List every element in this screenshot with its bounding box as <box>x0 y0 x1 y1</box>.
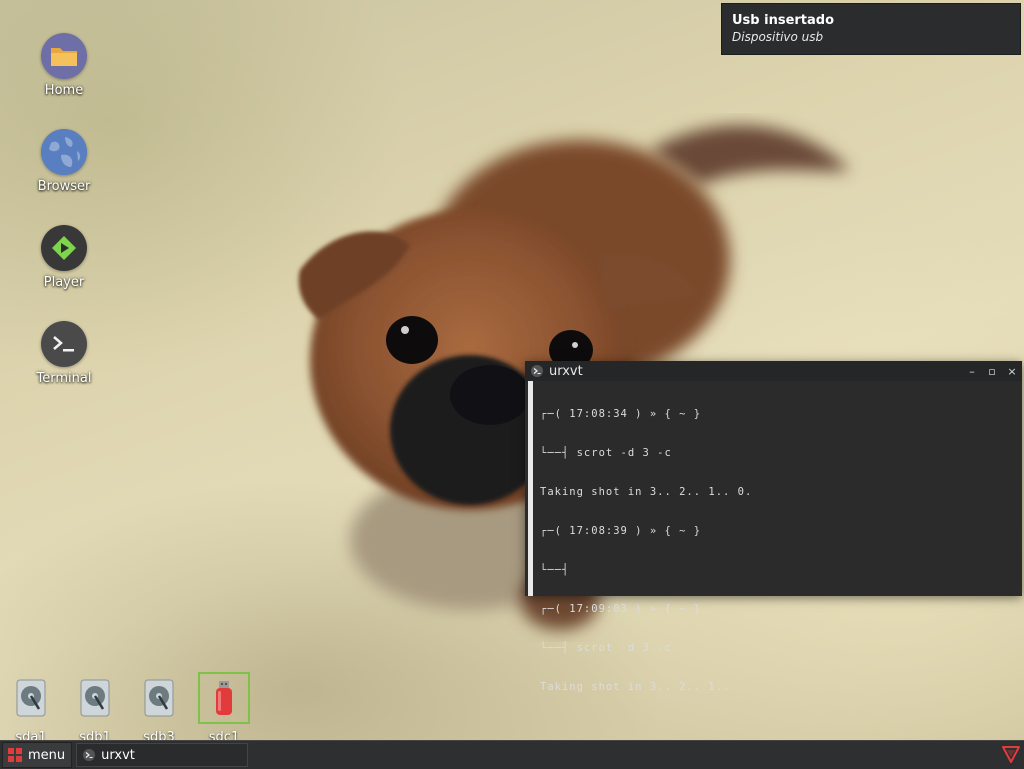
terminal-line: ┌─( 17:08:34 ) » { ~ } <box>540 408 702 420</box>
hard-disk-icon <box>144 679 174 717</box>
notification-title: Usb insertado <box>732 13 835 28</box>
globe-icon <box>41 129 87 175</box>
desktop-icon-label: Terminal <box>36 371 92 386</box>
window-title: urxvt <box>549 363 583 379</box>
warning-triangle-icon[interactable] <box>1001 744 1021 764</box>
maximize-button[interactable]: ▫ <box>982 361 1002 381</box>
hard-disk-icon <box>80 679 110 717</box>
minimize-button[interactable]: – <box>962 361 982 381</box>
desktop-icon-player[interactable]: Player <box>24 225 104 290</box>
desktop-icon-label: Home <box>44 83 84 98</box>
taskbar: menu urxvt <box>0 740 1024 769</box>
terminal-line: Taking shot in 3.. 2.. 1.. 0. <box>540 486 753 498</box>
menu-button[interactable]: menu <box>2 742 73 768</box>
desktop-icon-browser[interactable]: Browser <box>24 129 104 194</box>
hard-disk-icon <box>16 679 46 717</box>
task-button-urxvt[interactable]: urxvt <box>76 743 249 767</box>
selection-outline <box>198 672 250 724</box>
menu-label: menu <box>28 747 66 763</box>
desktop-icon-home[interactable]: Home <box>24 33 104 98</box>
usb-drive-icon <box>216 681 232 715</box>
menu-grid-icon <box>8 748 22 762</box>
task-label: urxvt <box>101 747 135 763</box>
terminal-icon <box>41 321 87 367</box>
close-button[interactable]: × <box>1002 361 1022 381</box>
usb-notification[interactable]: Usb insertado Dispositivo usb <box>721 3 1021 55</box>
drive-icon-sdc1[interactable]: sdc1 <box>196 672 252 745</box>
notification-body: Dispositivo usb <box>732 30 824 44</box>
terminal-titlebar[interactable]: urxvt – ▫ × <box>525 361 1022 381</box>
desktop-icon-label: Browser <box>37 179 91 194</box>
terminal-icon <box>83 749 96 761</box>
drive-icon-sda1[interactable]: sda1 <box>3 674 59 745</box>
terminal-icon <box>531 365 543 377</box>
terminal-line: ┌─( 17:08:39 ) » { ~ } <box>540 525 702 537</box>
terminal-line: └──┤ <box>540 564 570 576</box>
terminal-line: └──┤ scrot -d 3 -c <box>540 447 672 459</box>
terminal-line: Taking shot in 3.. 2.. 1.. <box>540 681 731 693</box>
terminal-line: └──┤ scrot -d 3 -c <box>540 642 672 654</box>
desktop-icon-terminal[interactable]: Terminal <box>24 321 104 386</box>
drive-icon-sdb3[interactable]: sdb3 <box>131 674 187 745</box>
terminal-output[interactable]: ┌─( 17:08:34 ) » { ~ } └──┤ scrot -d 3 -… <box>528 381 1022 693</box>
terminal-window[interactable]: urxvt – ▫ × ┌─( 17:08:34 ) » { ~ } └──┤ … <box>525 361 1022 693</box>
play-icon <box>41 225 87 271</box>
folder-icon <box>41 33 87 79</box>
terminal-line: ┌─( 17:09:03 ) » { ~ } <box>540 603 702 615</box>
desktop-icon-label: Player <box>43 275 85 290</box>
drive-icon-sdb1[interactable]: sdb1 <box>67 674 123 745</box>
